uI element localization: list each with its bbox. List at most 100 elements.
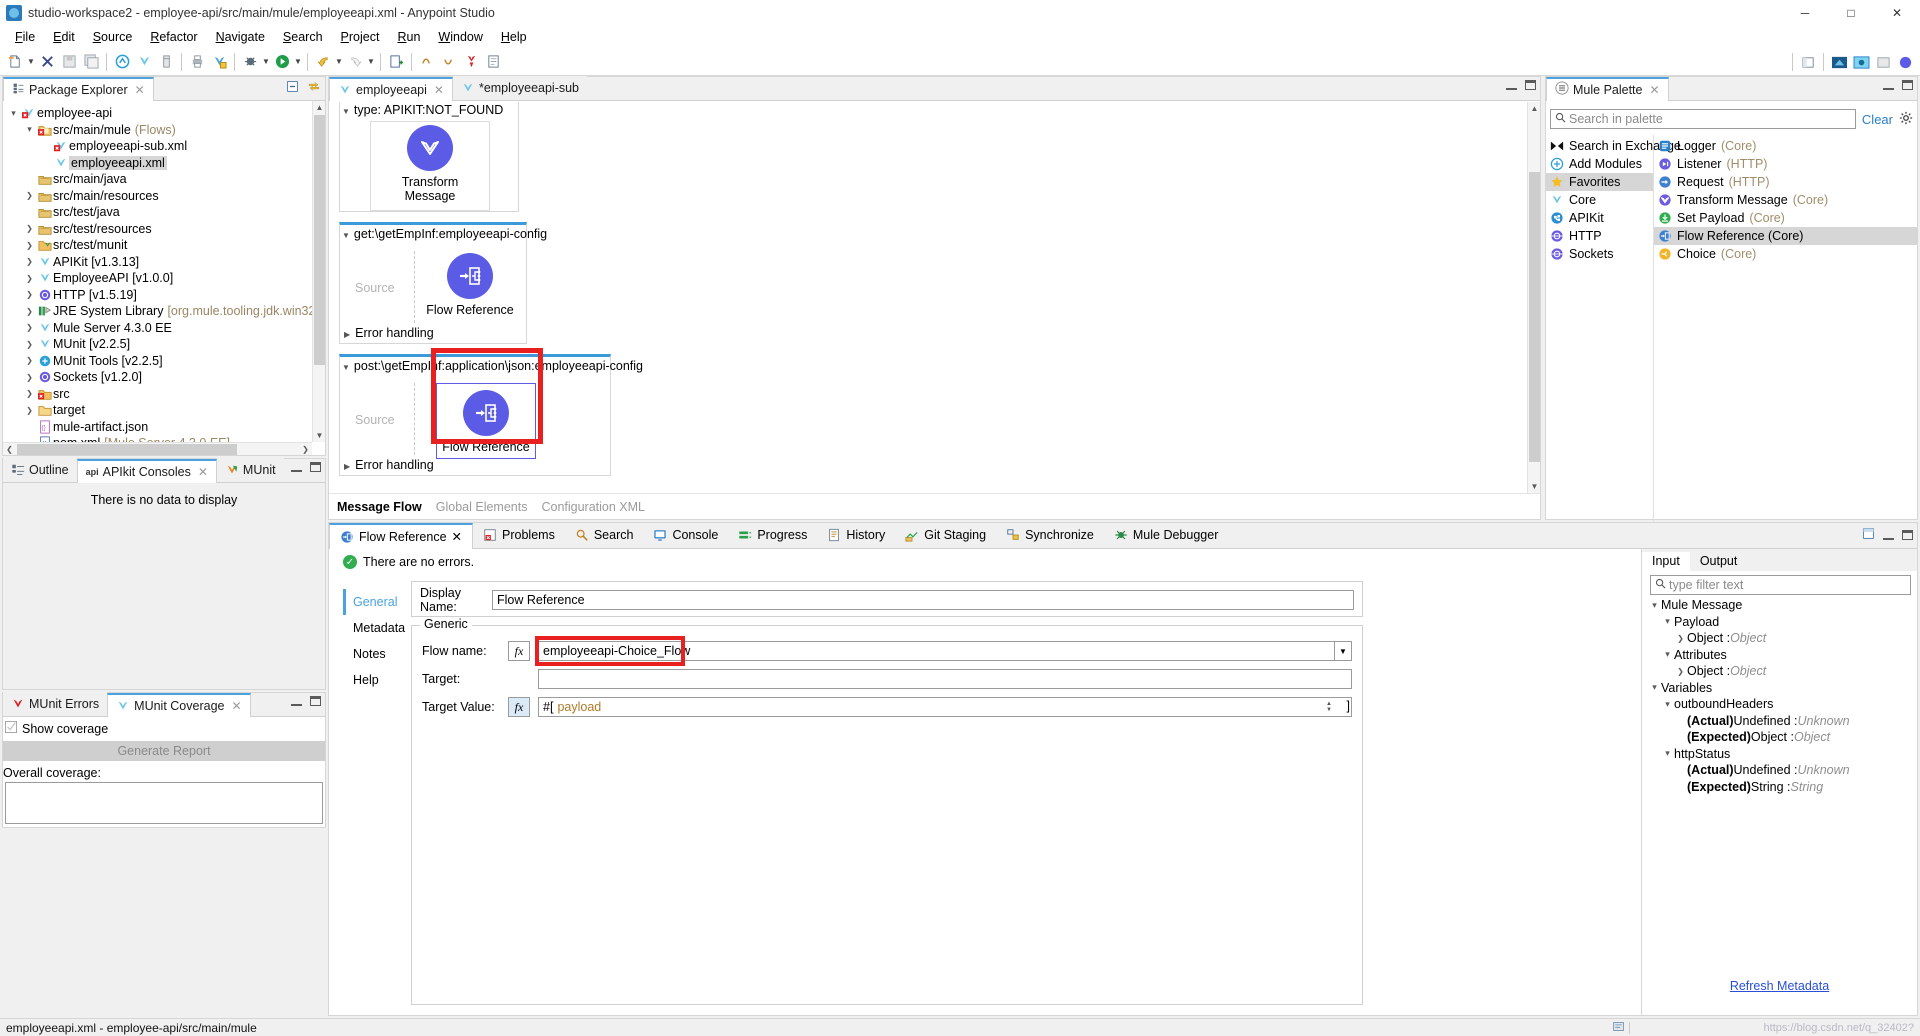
save-all-icon[interactable] [81,51,101,73]
scroll-down-icon[interactable]: ▼ [1528,480,1540,493]
chevron-right-icon[interactable] [23,307,36,316]
properties-tab-problems[interactable]: Problems [473,522,565,548]
tab-munit[interactable]: MUnit [216,458,284,482]
error-marker-icon[interactable] [461,51,481,73]
metadata-tab-input[interactable]: Input [1642,552,1690,571]
chevron-right-icon[interactable] [23,290,36,299]
gear-icon[interactable] [1899,111,1913,128]
tab-package-explorer[interactable]: Package Explorer ✕ [3,77,154,101]
tab-munit-coverage[interactable]: MUnit Coverage ✕ [107,693,251,717]
metadata-filter-input[interactable]: type filter text [1650,575,1911,595]
tree-item[interactable]: src [5,386,325,403]
metadata-tree-item[interactable]: Mule Message [1646,597,1917,614]
chevron-right-icon[interactable] [23,224,36,233]
minimize-view-icon[interactable] [291,697,302,706]
mule-icon[interactable] [134,51,154,73]
maximize-view-icon[interactable] [1902,530,1913,540]
tree-item[interactable]: src/main/resources [5,188,325,205]
menu-window[interactable]: Window [429,29,491,45]
metadata-tree-item[interactable]: Variables [1646,680,1917,697]
refresh-metadata-link[interactable]: Refresh Metadata [1730,979,1829,993]
error-handling-row[interactable]: Error handling [344,326,434,340]
canvas-vscrollbar[interactable]: ▲ ▼ [1527,102,1540,493]
chevron-down-icon[interactable] [1648,682,1661,693]
forward-dropdown-icon[interactable]: ▼ [366,57,376,66]
tree-item[interactable]: HTTP [v1.5.19] [5,287,325,304]
editor-mode-message-flow[interactable]: Message Flow [337,500,422,514]
show-coverage-checkbox-row[interactable]: Show coverage [3,721,325,736]
expand-triangle-icon[interactable] [344,326,350,340]
editor-tab-employeeapi-sub[interactable]: *employeeapi-sub [452,76,588,100]
palette-search-input[interactable]: Search in palette [1550,109,1856,129]
properties-nav-notes[interactable]: Notes [343,641,403,667]
properties-tab-git-staging[interactable]: Git Staging [895,522,996,548]
tab-outline[interactable]: Outline [3,458,77,482]
metadata-tree-item[interactable]: (Expected) Object : Object [1646,729,1917,746]
palette-component-request[interactable]: Request (HTTP) [1654,173,1917,191]
tree-item[interactable]: src/main/mule(Flows) [5,122,325,139]
copy-icon[interactable] [483,51,503,73]
menu-run[interactable]: Run [388,29,429,45]
expand-triangle-icon[interactable] [344,458,350,472]
chevron-right-icon[interactable] [23,373,36,382]
link-with-editor-icon[interactable] [307,80,321,96]
metadata-tree-item[interactable]: outboundHeaders [1646,696,1917,713]
palette-category-apikit[interactable]: APIKit [1546,209,1653,227]
maximize-view-icon[interactable] [1525,80,1536,90]
chevron-right-icon[interactable] [23,191,36,200]
properties-tab-synchronize[interactable]: Synchronize [996,522,1104,548]
tab-apikit-consoles[interactable]: api APIkit Consoles ✕ [76,459,217,483]
new-file-icon[interactable] [386,51,406,73]
open-perspective-icon[interactable] [1798,51,1818,73]
tree-item[interactable]: employeeapi.xml [5,155,325,172]
close-editor-icon[interactable] [37,51,57,73]
chevron-right-icon[interactable] [23,323,36,332]
properties-tab-progress[interactable]: Progress [728,522,817,548]
metadata-tree-item[interactable]: httpStatus [1646,746,1917,763]
menu-source[interactable]: Source [84,29,142,45]
collapse-all-icon[interactable] [286,80,299,96]
palette-category-http[interactable]: HTTP [1546,227,1653,245]
tree-item[interactable]: MUnit [v2.2.5] [5,336,325,353]
palette-component-set-payload[interactable]: Set Payload (Core) [1654,209,1917,227]
perspective-mule-icon[interactable] [1829,51,1849,73]
chevron-down-icon[interactable] [7,108,20,119]
generate-report-button[interactable]: Generate Report [3,741,325,761]
properties-tab-console[interactable]: Console [643,522,728,548]
tree-item[interactable]: src/test/java [5,204,325,221]
maximize-button[interactable]: □ [1828,0,1874,26]
chevron-down-icon[interactable] [1661,649,1674,660]
node-flow-reference[interactable]: Flow Reference [420,253,520,317]
tree-item[interactable]: Sockets [v1.2.0] [5,369,325,386]
collapse-triangle-icon[interactable] [342,359,350,373]
new-dropdown-icon[interactable]: ▼ [26,57,36,66]
prev-annotation-icon[interactable] [417,51,437,73]
editor-mode-global-elements[interactable]: Global Elements [436,500,528,514]
minimize-view-icon[interactable] [1506,81,1517,90]
palette-category-core[interactable]: Core [1546,191,1653,209]
editor-mode-configuration-xml[interactable]: Configuration XML [541,500,645,514]
vscroll-thumb[interactable] [1529,172,1540,462]
minimize-view-icon[interactable] [1883,81,1894,90]
menu-refactor[interactable]: Refactor [141,29,206,45]
close-icon[interactable]: ✕ [452,529,462,544]
close-icon[interactable]: ✕ [198,465,208,479]
new-icon[interactable] [5,51,25,73]
tree-item[interactable]: MUnit Tools [v2.2.5] [5,353,325,370]
chevron-right-icon[interactable] [23,356,36,365]
properties-nav-metadata[interactable]: Metadata [343,615,405,641]
chevron-down-icon[interactable] [23,124,36,135]
maximize-view-icon[interactable] [310,462,321,472]
display-name-input[interactable]: Flow Reference [492,590,1354,610]
menu-help[interactable]: Help [492,29,536,45]
run-icon[interactable] [272,51,292,73]
project-tree[interactable]: employee-apisrc/main/mule(Flows)employee… [3,101,325,452]
target-value-input[interactable]: #[ payload [538,697,1352,717]
chevron-down-icon[interactable] [1648,600,1661,611]
deploy-icon[interactable] [156,51,176,73]
hscroll-thumb[interactable] [17,444,237,455]
maximize-view-icon[interactable] [310,696,321,706]
target-value-fx-button[interactable]: fx [508,697,530,717]
properties-nav-help[interactable]: Help [343,667,403,693]
perspective-java-icon[interactable] [1873,51,1893,73]
